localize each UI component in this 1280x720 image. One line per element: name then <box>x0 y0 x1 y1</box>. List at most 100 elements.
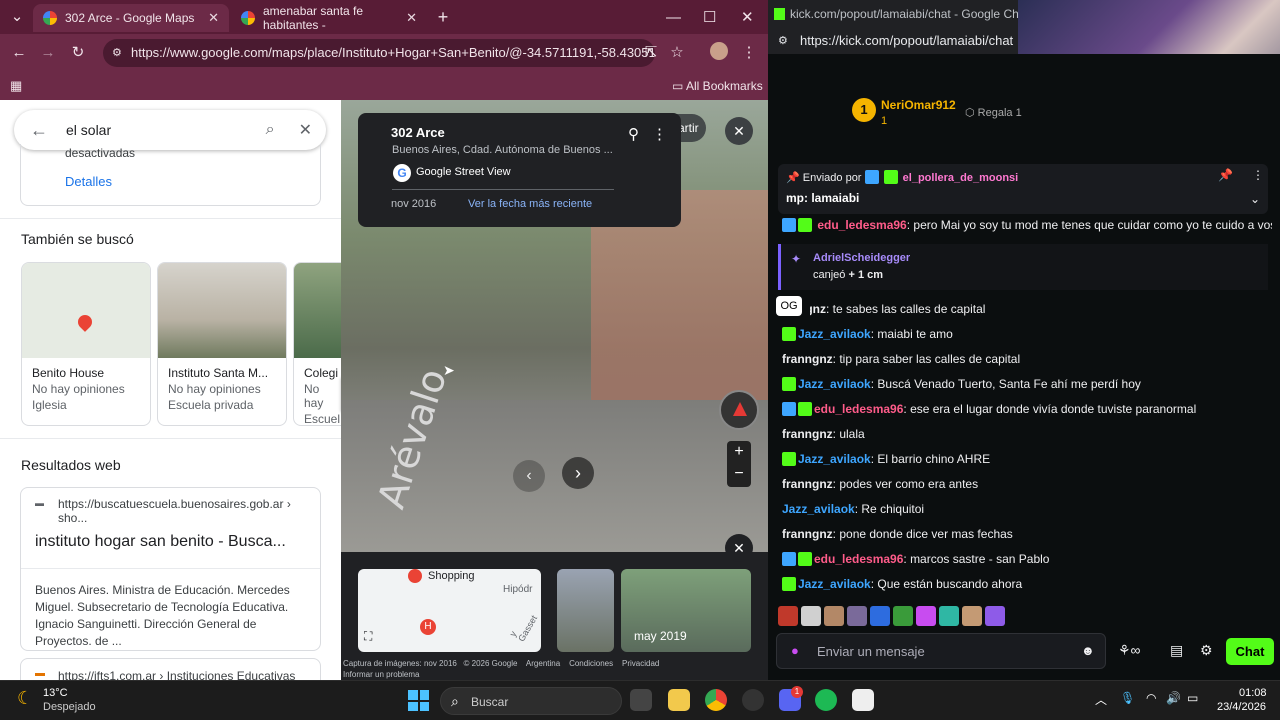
search-input[interactable]: el solar <box>66 122 266 138</box>
emoji-icon[interactable]: ☻ <box>1081 643 1095 658</box>
microphone-icon[interactable]: 🎙 <box>1120 691 1135 705</box>
back-arrow-icon[interactable]: ← <box>30 120 48 141</box>
chat-username[interactable]: edu_ledesma96 <box>814 552 903 566</box>
settings-gear-icon[interactable]: ⚙ <box>1200 642 1213 659</box>
chat-address-bar[interactable]: ⚙ https://kick.com/popout/lamaiabi/chat <box>768 28 1018 54</box>
search-icon[interactable]: ⌕ <box>266 121 275 139</box>
chat-username[interactable]: Jazz_avilaok <box>798 377 871 391</box>
github-icon[interactable] <box>742 689 764 711</box>
reload-icon[interactable]: ↻ <box>67 42 89 64</box>
top-gifter-name[interactable]: NeriOmar912 <box>881 98 956 112</box>
close-filmstrip-button[interactable]: ✕ <box>725 534 753 562</box>
chrome-icon[interactable] <box>705 689 727 711</box>
emote-icon[interactable] <box>962 606 982 626</box>
clock-date[interactable]: 23/4/2026 <box>1217 701 1266 713</box>
location-pin-icon[interactable]: ⚲ <box>628 125 639 143</box>
open-in-app-icon[interactable]: ⇱ <box>640 42 662 64</box>
event-username[interactable]: AdrielScheidegger <box>813 252 910 264</box>
back-arrow-icon[interactable]: ← <box>8 42 30 64</box>
timeline-thumbnail[interactable]: may 2019 <box>621 569 751 652</box>
gift-icon[interactable]: ▤ <box>1170 642 1183 659</box>
chat-username[interactable]: franngnz <box>810 298 826 320</box>
microphone-icon[interactable]: ● <box>791 643 799 658</box>
emote-icon[interactable] <box>985 606 1005 626</box>
chat-username[interactable]: franngnz <box>782 527 833 541</box>
compass-icon[interactable] <box>719 390 759 430</box>
chat-input[interactable]: ● Enviar un mensaje ☻ <box>776 633 1106 669</box>
chat-username[interactable]: Jazz_avilaok <box>798 577 871 591</box>
place-card[interactable]: Benito House No hay opiniones Iglesia <box>21 262 151 426</box>
all-bookmarks-folder[interactable]: ▭ All Bookmarks <box>672 79 763 93</box>
emote-icon[interactable] <box>870 606 890 626</box>
chat-username[interactable]: franngnz <box>782 477 833 491</box>
country-link[interactable]: Argentina <box>526 659 560 668</box>
chat-username[interactable]: franngnz <box>782 427 833 441</box>
weather-temp[interactable]: 13°C <box>43 687 68 699</box>
wifi-icon[interactable]: ◠ <box>1146 691 1156 705</box>
emote-icon[interactable] <box>801 606 821 626</box>
emote-icon[interactable] <box>778 606 798 626</box>
emote-icon[interactable] <box>939 606 959 626</box>
emote-icon[interactable] <box>824 606 844 626</box>
close-street-view-button[interactable]: ✕ <box>725 117 753 145</box>
close-tab-icon[interactable]: ✕ <box>208 10 219 26</box>
privacy-link[interactable]: Privacidad <box>622 659 659 668</box>
taskbar-search[interactable]: ⌕ Buscar <box>440 687 622 715</box>
report-link[interactable]: Informar un problema <box>343 670 419 679</box>
emote-icon[interactable] <box>916 606 936 626</box>
chat-username[interactable]: edu_ledesma96 <box>814 402 903 416</box>
clear-search-icon[interactable]: ✕ <box>299 120 312 140</box>
new-tab-button[interactable]: + <box>432 6 454 28</box>
maximize-button[interactable]: ☐ <box>703 4 716 30</box>
gift-button[interactable]: ⬡ Regala 1 <box>965 106 1022 119</box>
place-card[interactable]: Colegi No hay Escuel <box>293 262 341 426</box>
site-info-icon[interactable]: ⚙ <box>112 39 122 67</box>
web-result-card[interactable]: ▬ https://buscatuescuela.buenosaires.gob… <box>20 487 321 651</box>
nav-forward-arrow-icon[interactable]: › <box>562 457 594 489</box>
expand-map-icon[interactable]: ⛶ <box>364 629 372 644</box>
more-options-icon[interactable]: ⋮ <box>1252 168 1264 182</box>
zoom-out-button[interactable]: − <box>727 463 751 485</box>
forward-arrow-icon[interactable]: → <box>37 42 59 64</box>
pinned-username[interactable]: el_pollera_de_moonsi <box>903 172 1019 184</box>
battery-icon[interactable]: ▭ <box>1187 691 1198 705</box>
minimize-button[interactable]: — <box>666 4 681 30</box>
address-bar[interactable]: ⚙ https://www.google.com/maps/place/Inst… <box>103 39 655 67</box>
chevron-down-icon[interactable]: ⌄ <box>1250 192 1260 206</box>
file-explorer-icon[interactable] <box>668 689 690 711</box>
details-link[interactable]: Detalles <box>65 174 112 189</box>
close-tab-icon[interactable]: ✕ <box>406 10 417 26</box>
chat-username[interactable]: edu_ledesma96 <box>817 218 906 232</box>
start-button[interactable] <box>408 690 429 711</box>
capcut-icon[interactable] <box>852 689 874 711</box>
emote-icon[interactable] <box>847 606 867 626</box>
photo-thumbnail[interactable] <box>557 569 614 652</box>
zoom-in-button[interactable]: + <box>727 441 751 463</box>
task-view-icon[interactable] <box>630 689 652 711</box>
nav-back-arrow-icon[interactable]: ‹ <box>513 460 545 492</box>
menu-dots-icon[interactable]: ⋮ <box>738 42 760 64</box>
chat-username[interactable]: franngnz <box>782 352 833 366</box>
profile-avatar[interactable] <box>710 42 728 60</box>
bookmark-star-icon[interactable]: ☆ <box>666 42 688 64</box>
unpin-icon[interactable]: 📌 <box>1218 168 1233 182</box>
recent-date-link[interactable]: Ver la fecha más reciente <box>468 198 592 210</box>
minimap[interactable]: Shopping Hipódr H y Gasset ⛶ <box>358 569 541 652</box>
close-window-button[interactable]: ✕ <box>741 4 754 30</box>
clock-time[interactable]: 01:08 <box>1239 687 1267 699</box>
chat-username[interactable]: Jazz_avilaok <box>798 452 871 466</box>
points-icon[interactable]: ⚘∞ <box>1118 642 1141 659</box>
place-card[interactable]: Instituto Santa M... No hay opiniones Es… <box>157 262 287 426</box>
apps-grid-icon[interactable]: ▦ <box>10 78 22 94</box>
chevron-up-icon[interactable]: ︿ <box>1095 691 1107 708</box>
tab-search-icon[interactable]: ⌄ <box>6 6 28 28</box>
site-info-icon[interactable]: ⚙ <box>778 28 788 54</box>
weather-moon-icon[interactable]: ☾ <box>17 688 33 709</box>
tab-search[interactable]: amenabar santa fe habitantes - ✕ <box>231 4 427 32</box>
chat-send-button[interactable]: Chat <box>1226 638 1274 665</box>
tab-maps[interactable]: 302 Arce - Google Maps ✕ <box>33 4 229 32</box>
volume-icon[interactable]: 🔊 <box>1166 691 1181 705</box>
web-result-card[interactable]: ▬ https://ifts1.com.ar › Instituciones E… <box>20 658 321 680</box>
more-options-icon[interactable]: ⋮ <box>652 125 667 143</box>
emote-icon[interactable] <box>893 606 913 626</box>
